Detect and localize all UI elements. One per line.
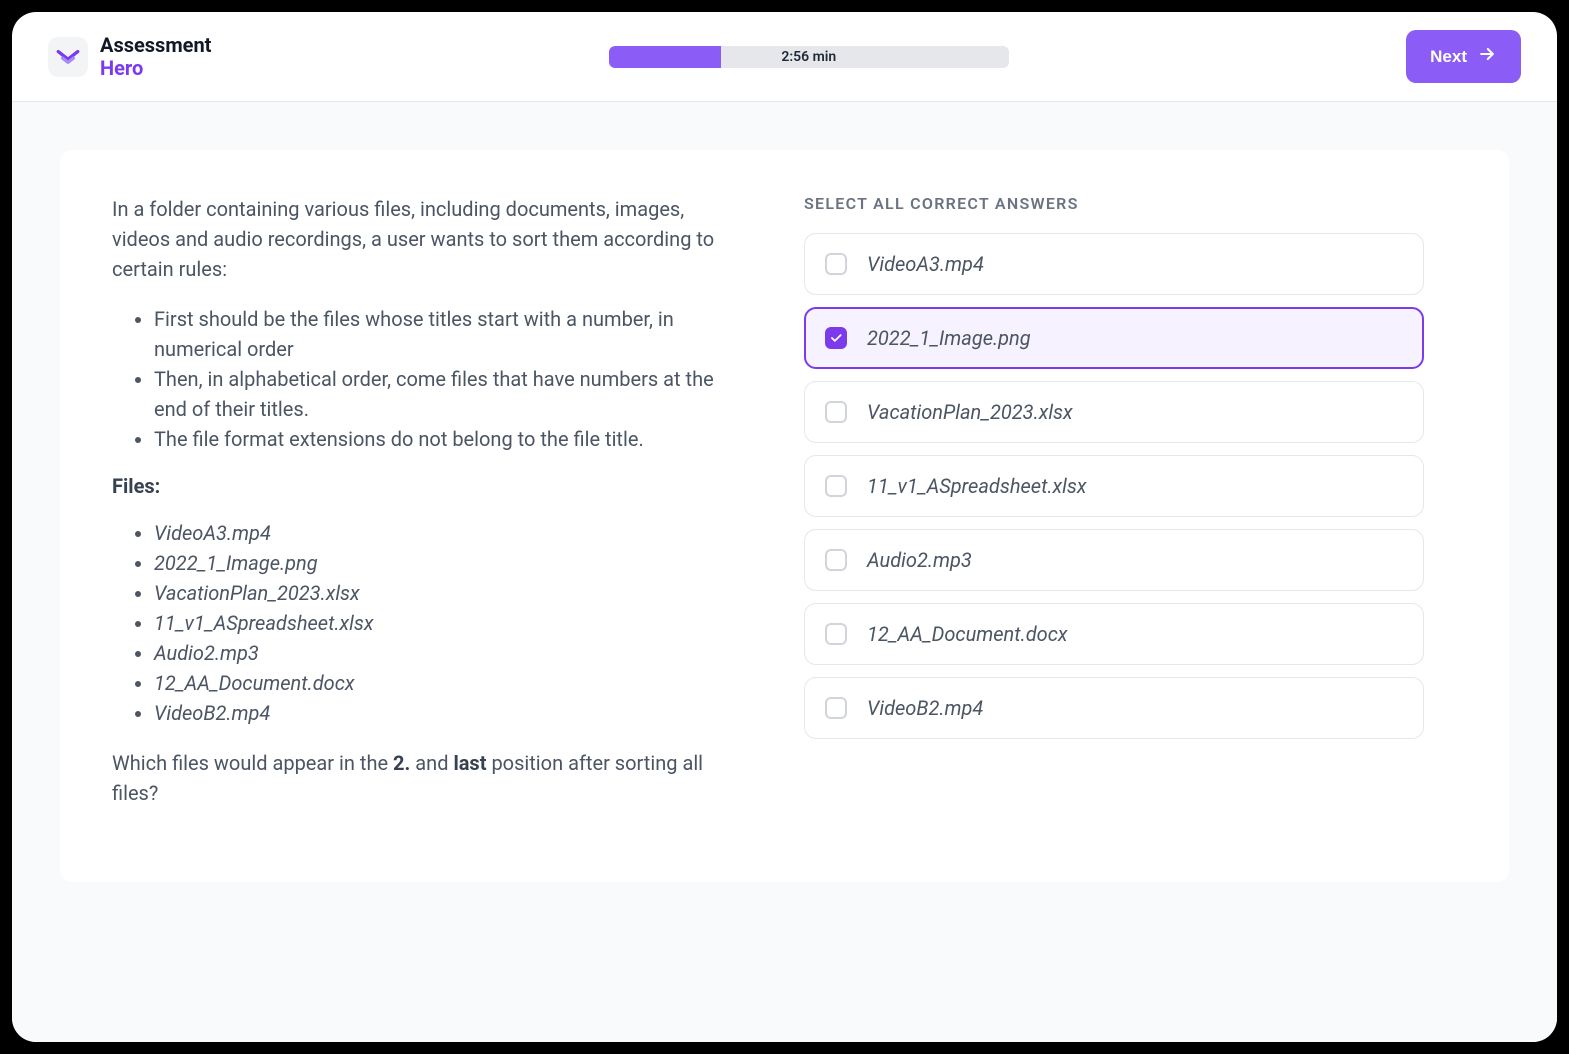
next-button[interactable]: Next (1406, 30, 1521, 83)
answer-option[interactable]: VacationPlan_2023.xlsx (804, 381, 1424, 443)
checkbox-icon (825, 549, 847, 571)
brand-logo: Assessment Hero (48, 34, 211, 80)
files-heading: Files: (112, 474, 732, 498)
answer-option-label: 11_v1_ASpreadsheet.xlsx (867, 474, 1087, 498)
file-item: 11_v1_ASpreadsheet.xlsx (154, 608, 732, 638)
checkbox-icon (825, 475, 847, 497)
file-item: 12_AA_Document.docx (154, 668, 732, 698)
timer-progress: 2:56 min (609, 46, 1009, 68)
brand-name: Assessment Hero (100, 34, 211, 80)
answers-column: SELECT ALL CORRECT ANSWERS VideoA3.mp4 20… (804, 194, 1424, 838)
answer-option-label: VideoA3.mp4 (867, 252, 984, 276)
checkbox-icon (825, 327, 847, 349)
progress-container: 2:56 min (231, 46, 1386, 68)
checkbox-icon (825, 253, 847, 275)
app-window: Assessment Hero 2:56 min Next In a folde… (12, 12, 1557, 1042)
answer-option[interactable]: 11_v1_ASpreadsheet.xlsx (804, 455, 1424, 517)
answer-option-label: 12_AA_Document.docx (867, 622, 1068, 646)
answer-option[interactable]: VideoB2.mp4 (804, 677, 1424, 739)
brand-line-2: Hero (100, 57, 211, 80)
files-list: VideoA3.mp42022_1_Image.pngVacationPlan_… (112, 518, 732, 728)
timer-label: 2:56 min (781, 49, 836, 65)
answer-option[interactable]: VideoA3.mp4 (804, 233, 1424, 295)
rule-item: First should be the files whose titles s… (154, 304, 732, 364)
answer-option-label: 2022_1_Image.png (867, 326, 1031, 350)
answer-option[interactable]: 12_AA_Document.docx (804, 603, 1424, 665)
answers-heading: SELECT ALL CORRECT ANSWERS (804, 194, 1424, 213)
answer-option[interactable]: 2022_1_Image.png (804, 307, 1424, 369)
file-item: VacationPlan_2023.xlsx (154, 578, 732, 608)
checkbox-icon (825, 401, 847, 423)
rules-list: First should be the files whose titles s… (112, 304, 732, 454)
arrow-right-icon (1477, 44, 1497, 69)
file-item: VideoA3.mp4 (154, 518, 732, 548)
question-closing: Which files would appear in the 2. and l… (112, 748, 732, 808)
header: Assessment Hero 2:56 min Next (12, 12, 1557, 102)
progress-fill (609, 46, 721, 68)
file-item: VideoB2.mp4 (154, 698, 732, 728)
file-item: Audio2.mp3 (154, 638, 732, 668)
answer-option-label: Audio2.mp3 (867, 548, 972, 572)
answer-options: VideoA3.mp4 2022_1_Image.png VacationPlan_… (804, 233, 1424, 739)
next-button-label: Next (1430, 47, 1467, 67)
checkbox-icon (825, 697, 847, 719)
answer-option-label: VacationPlan_2023.xlsx (867, 400, 1073, 424)
answer-option[interactable]: Audio2.mp3 (804, 529, 1424, 591)
question-column: In a folder containing various files, in… (112, 194, 732, 838)
file-item: 2022_1_Image.png (154, 548, 732, 578)
brand-line-1: Assessment (100, 34, 211, 57)
rule-item: The file format extensions do not belong… (154, 424, 732, 454)
question-card: In a folder containing various files, in… (60, 150, 1509, 882)
checkbox-icon (825, 623, 847, 645)
answer-option-label: VideoB2.mp4 (867, 696, 983, 720)
main-area: In a folder containing various files, in… (12, 102, 1557, 1042)
question-intro: In a folder containing various files, in… (112, 194, 732, 284)
rule-item: Then, in alphabetical order, come files … (154, 364, 732, 424)
brand-icon (48, 37, 88, 77)
